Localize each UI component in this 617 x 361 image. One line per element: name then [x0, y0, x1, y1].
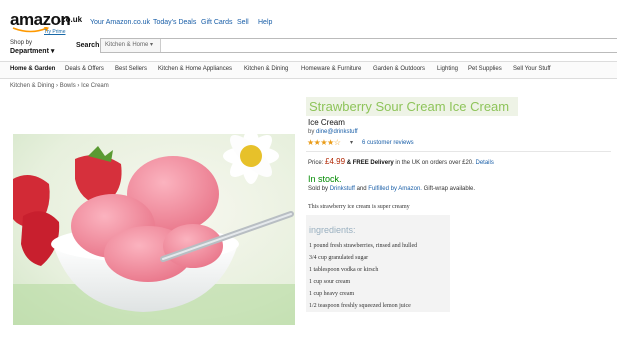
details-link[interactable]: Details	[475, 160, 493, 166]
nav-item-garden-outdoors[interactable]: Garden & Outdoors	[373, 66, 425, 72]
breadcrumb-separator: ›	[77, 83, 80, 89]
nav-item-best-sellers[interactable]: Best Sellers	[115, 66, 147, 72]
ice-cream-photo	[13, 134, 295, 325]
breadcrumb-item[interactable]: Bowls	[60, 83, 76, 89]
by-prefix: by	[308, 129, 315, 135]
search-input[interactable]	[100, 38, 617, 53]
department-text: Department	[10, 48, 49, 55]
ingredient-item: 1 pound fresh strawberries, rinsed and h…	[309, 243, 418, 249]
chevron-down-icon: ▾	[150, 42, 154, 48]
sold-by-line: Sold by Drinkstuff and Fulfilled by Amaz…	[308, 186, 475, 192]
gift-wrap-text: Gift-wrap available.	[423, 186, 476, 192]
ingredient-item: 1 cup heavy cream	[309, 291, 355, 297]
nav-item-homeware-furniture[interactable]: Homeware & Furniture	[301, 66, 361, 72]
nav-item-pet-supplies[interactable]: Pet Supplies	[468, 66, 502, 72]
try-prime-link[interactable]: Try Prime	[44, 29, 65, 35]
chevron-down-icon: ▾	[50, 48, 55, 55]
breadcrumb-separator: ›	[56, 83, 59, 89]
search-category-select[interactable]: Kitchen & Home ▾	[101, 39, 161, 52]
fulfilled-by-amazon-link[interactable]: Fulfilled by Amazon.	[368, 186, 422, 192]
sell-link[interactable]: Sell	[237, 19, 249, 26]
sold-by-prefix: Sold by	[308, 186, 329, 192]
nav-item-kitchen-home-appliances[interactable]: Kitchen & Home Appliances	[158, 66, 232, 72]
department-label: Department ▾	[10, 47, 70, 57]
author-link[interactable]: dine@drinkstuff	[316, 129, 358, 135]
stock-status: In stock.	[308, 174, 342, 184]
ingredient-item: 1/2 teaspoon freshly squeezed lemon juic…	[309, 303, 411, 309]
ingredient-item: 1 tablespoon vodka or kirsch	[309, 267, 379, 273]
nav-item-kitchen-dining[interactable]: Kitchen & Dining	[244, 66, 288, 72]
customer-reviews-link[interactable]: 6 customer reviews	[362, 140, 414, 146]
product-byline: by dine@drinkstuff	[308, 129, 358, 135]
search-category-value: Kitchen & Home	[105, 42, 149, 48]
search-label: Search	[76, 42, 100, 49]
your-amazon-link[interactable]: Your Amazon.co.uk	[90, 19, 150, 26]
help-link[interactable]: Help	[258, 19, 272, 26]
nav-item-sell-your-stuff[interactable]: Sell Your Stuff	[513, 66, 551, 72]
product-subtitle: Ice Cream	[308, 118, 345, 127]
breadcrumb-item[interactable]: Kitchen & Dining	[10, 83, 54, 89]
product-title: Strawberry Sour Cream Ice Cream	[309, 99, 510, 114]
nav-item-deals-offers[interactable]: Deals & Offers	[65, 66, 104, 72]
price-label: Price:	[308, 160, 324, 166]
breadcrumb: Kitchen & Dining › Bowls › Ice Cream	[10, 83, 109, 89]
and-text: and	[356, 186, 367, 192]
delivery-text: in the UK on orders over £20.	[395, 160, 474, 166]
product-image[interactable]	[13, 134, 295, 325]
free-delivery: & FREE Delivery	[346, 160, 394, 166]
seller-link[interactable]: Drinkstuff	[330, 186, 355, 192]
divider	[306, 151, 611, 152]
price-line: Price: £4.99 & FREE Delivery in the UK o…	[308, 157, 494, 166]
todays-deals-link[interactable]: Today's Deals	[153, 19, 196, 26]
nav-item-lighting[interactable]: Lighting	[437, 66, 458, 72]
shop-by-label: Shop by	[10, 40, 33, 46]
star-rating-icon[interactable]: ★★★★☆	[307, 138, 341, 147]
breadcrumb-item[interactable]: Ice Cream	[81, 83, 109, 89]
amazon-logo[interactable]: amazon .co.uk Try Prime	[10, 11, 83, 35]
chevron-down-icon[interactable]: ▾	[350, 139, 353, 146]
ingredient-item: 1 cup sour cream	[309, 279, 351, 285]
ingredients-heading: ingredients:	[309, 225, 356, 235]
shop-by-department-menu[interactable]: Shop by Department ▾	[10, 39, 70, 57]
gift-cards-link[interactable]: Gift Cards	[201, 19, 233, 26]
price-value: £4.99	[325, 157, 346, 166]
nav-item-home-garden[interactable]: Home & Garden	[10, 66, 55, 72]
ingredient-item: 3/4 cup granulated sugar	[309, 255, 369, 261]
product-description: This strawberry ice cream is super cream…	[308, 204, 410, 210]
logo-domain: .co.uk	[59, 15, 83, 24]
